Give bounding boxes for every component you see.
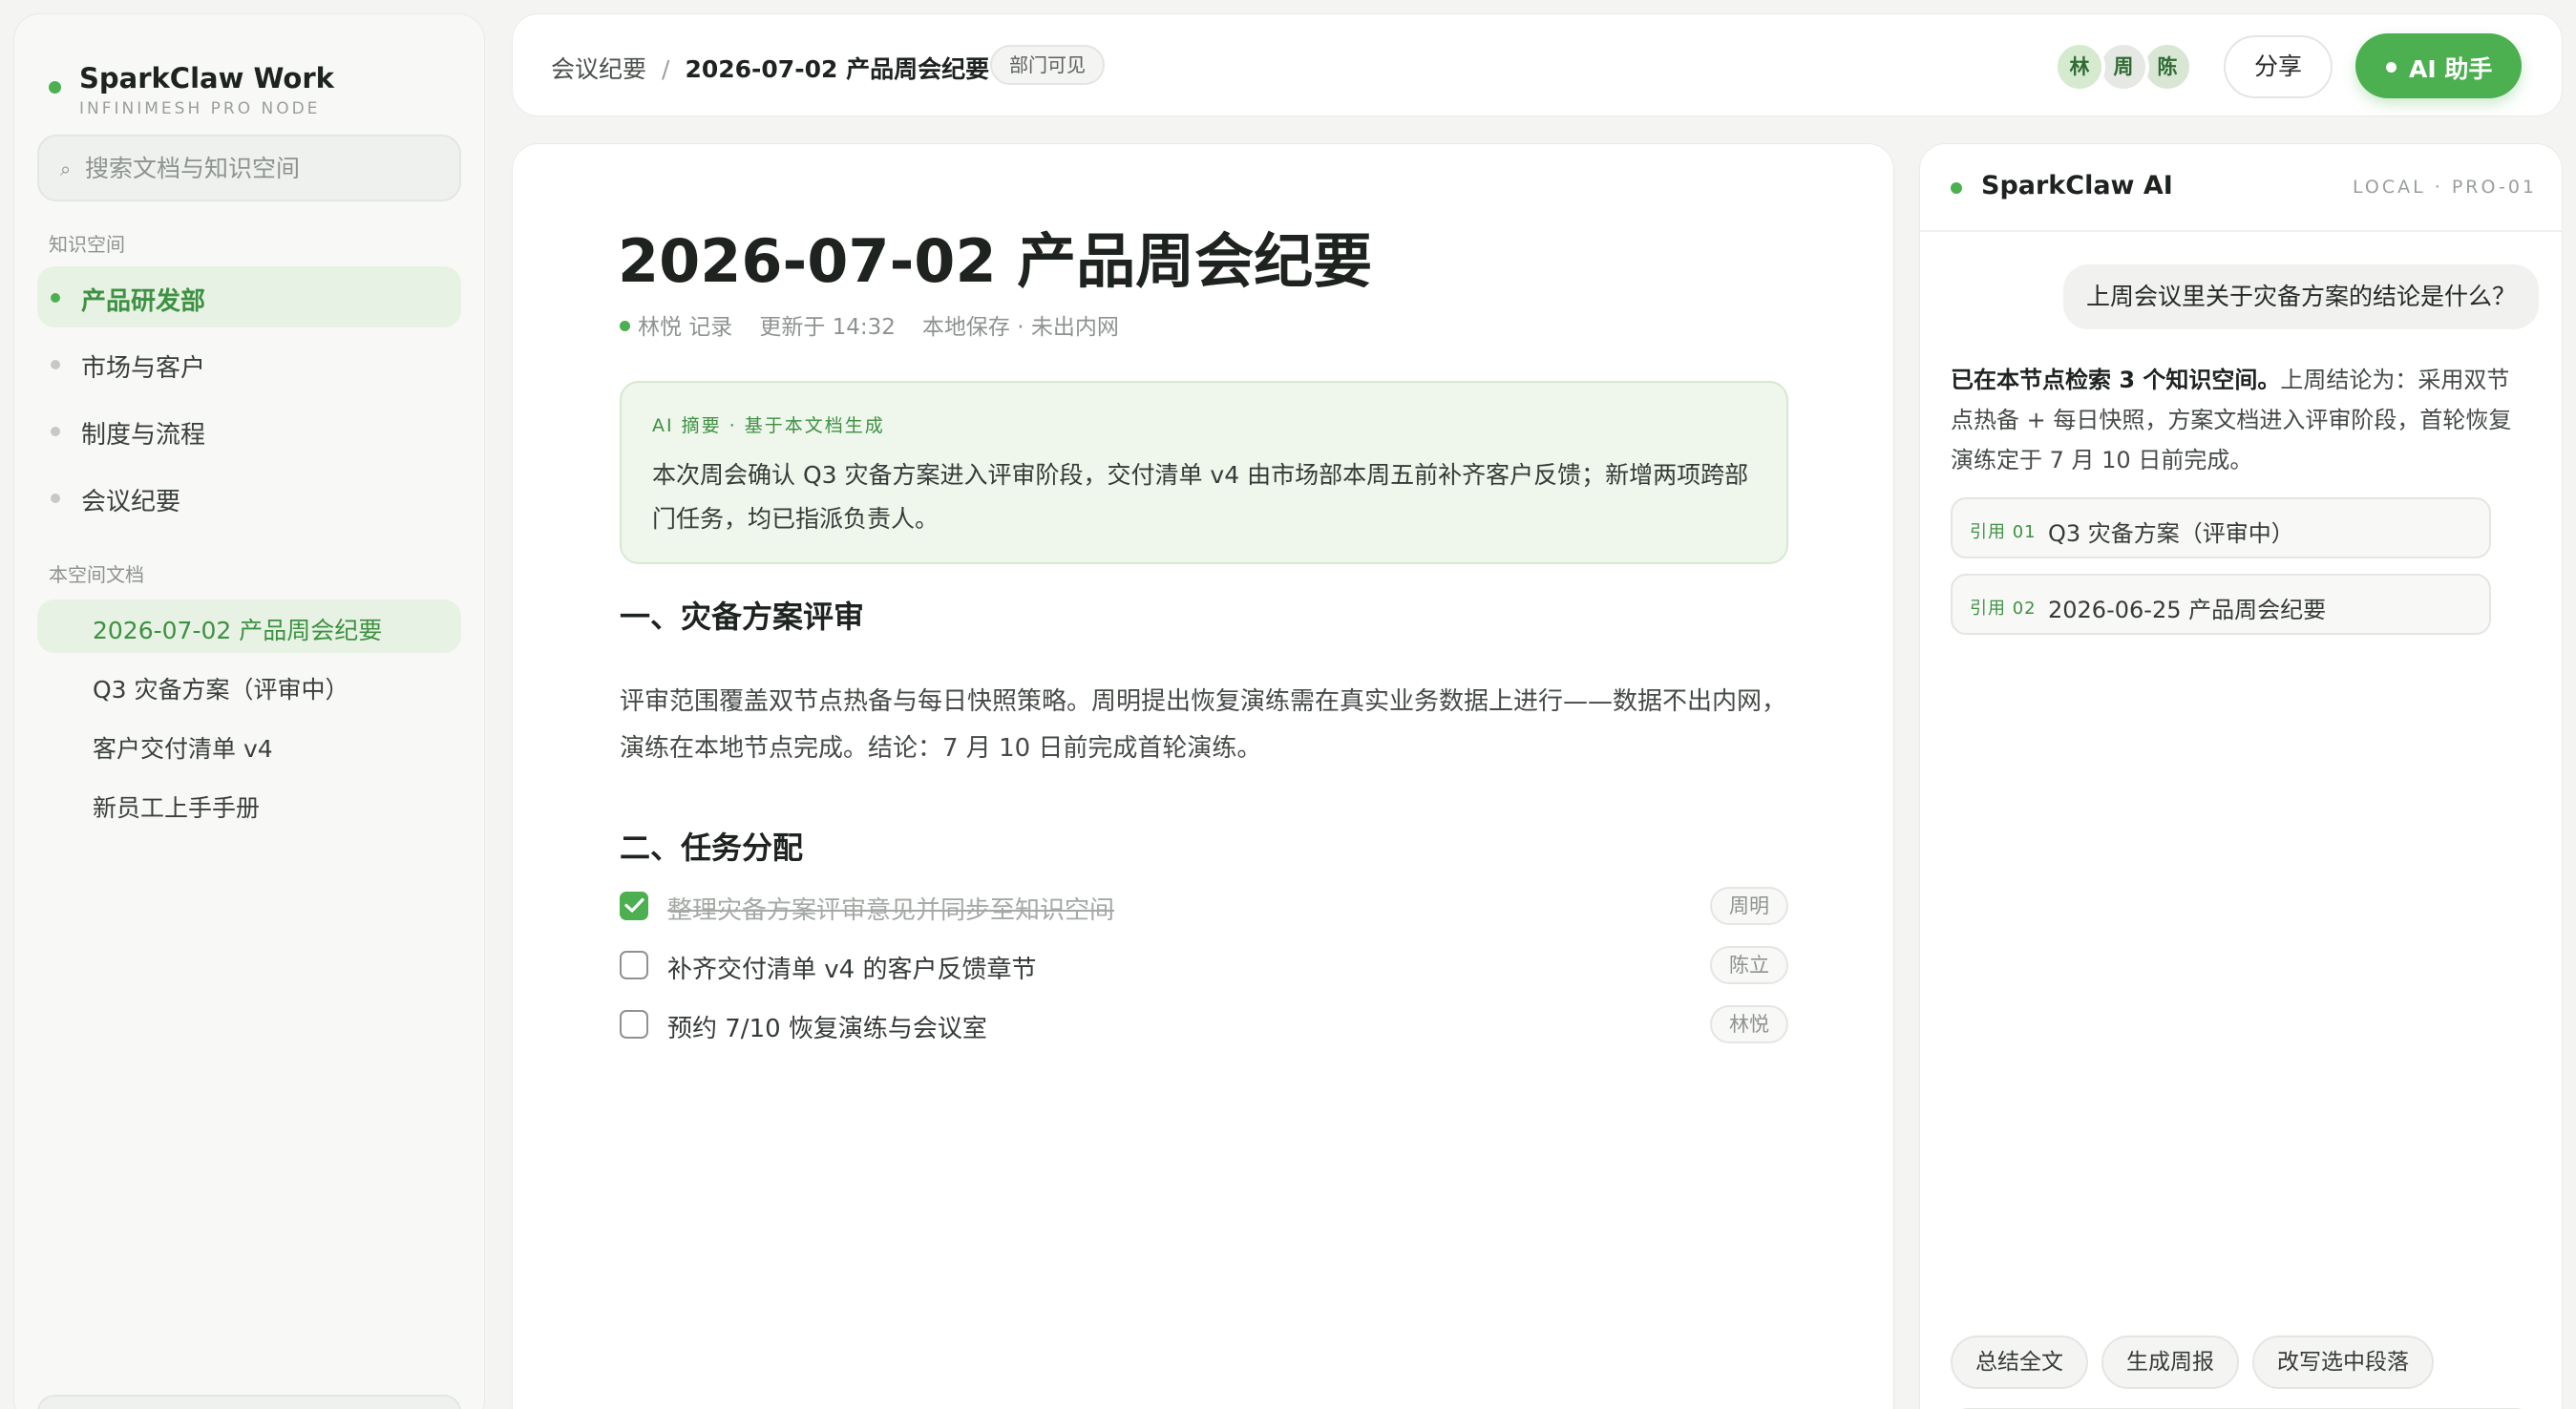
task-assignee[interactable]: 林悦 xyxy=(1710,1005,1788,1043)
doc-item-label: 新员工上手手册 xyxy=(93,794,261,822)
ai-answer: 已在本节点检索 3 个知识空间。上周结论为：采用双节点热备 + 每日快照，方案文… xyxy=(1951,360,2523,480)
avatar[interactable]: 周 xyxy=(2098,41,2149,93)
task-text[interactable]: 预约 7/10 恢复演练与会议室 xyxy=(667,1009,987,1044)
docs-section-label: 本空间文档 xyxy=(49,563,144,586)
suggestion-chip-summarize[interactable]: 总结全文 xyxy=(1951,1335,2088,1389)
section-heading[interactable]: 一、灾备方案评审 xyxy=(620,593,864,637)
visibility-badge[interactable]: 部门可见 xyxy=(990,45,1105,85)
suggestion-chip-weekly-report[interactable]: 生成周报 xyxy=(2101,1335,2239,1389)
share-button[interactable]: 分享 xyxy=(2224,35,2333,98)
citation-number: 引用 01 xyxy=(1970,522,2037,542)
avatar[interactable]: 陈 xyxy=(2142,41,2193,93)
ai-assistant-panel: SparkClaw AI LOCAL · PRO-01 上周会议里关于灾备方案的… xyxy=(1919,143,2563,1409)
task-text[interactable]: 补齐交付清单 v4 的客户反馈章节 xyxy=(667,950,1036,985)
brand-status-dot xyxy=(49,81,61,94)
sidebar-item-label: 制度与流程 xyxy=(81,421,206,450)
doc-meta: 林悦 记录 更新于 14:32 本地保存 · 未出内网 xyxy=(620,308,1119,341)
task-assignee[interactable]: 周明 xyxy=(1710,887,1788,925)
brand-subtitle: INFINIMESH PRO NODE xyxy=(79,99,321,118)
doc-item-onboarding[interactable]: 新员工上手手册 xyxy=(37,777,461,831)
nav-dot xyxy=(51,293,60,303)
doc-storage: 本地保存 · 未出内网 xyxy=(921,315,1119,340)
collaborator-avatars[interactable]: 林 周 陈 xyxy=(2054,41,2216,93)
brand-name: SparkClaw Work xyxy=(79,62,334,95)
sidebar-item-label: 市场与客户 xyxy=(81,354,206,383)
task-checkbox[interactable] xyxy=(620,892,648,920)
task-assignee[interactable]: 陈立 xyxy=(1710,946,1788,984)
document-editor: 2026-07-02 产品周会纪要 林悦 记录 更新于 14:32 本地保存 · 未… xyxy=(512,143,1894,1409)
search-box[interactable]: ⌕ xyxy=(37,135,461,201)
nav-dot xyxy=(51,494,60,503)
task-item: 补齐交付清单 v4 的客户反馈章节 陈立 xyxy=(620,942,1788,990)
ai-summary-label: AI 摘要 · 基于本文档生成 xyxy=(652,415,885,436)
ai-summary-card: AI 摘要 · 基于本文档生成 本次周会确认 Q3 灾备方案进入评审阶段，交付清… xyxy=(620,381,1788,564)
sidebar-item-product-rd[interactable]: 产品研发部 xyxy=(37,266,461,327)
doc-updated: 更新于 14:32 xyxy=(759,315,896,340)
ai-summary-text: 本次周会确认 Q3 灾备方案进入评审阶段，交付清单 v4 由市场部本周五前补齐客… xyxy=(652,461,1749,533)
sidebar-footer-card[interactable] xyxy=(37,1395,461,1409)
doc-item-delivery-list[interactable]: 客户交付清单 v4 xyxy=(37,718,461,771)
section-heading[interactable]: 二、任务分配 xyxy=(620,824,803,868)
citation-item[interactable]: 引用 01 Q3 灾备方案（评审中） xyxy=(1951,497,2491,558)
app-window: SparkClaw Work INFINIMESH PRO NODE ⌕ 知识空… xyxy=(0,0,2576,1409)
ai-node-label: LOCAL · PRO-01 xyxy=(2352,177,2537,198)
doc-item-weekly-meeting[interactable]: 2026-07-02 产品周会纪要 xyxy=(37,599,461,653)
ai-panel-title: SparkClaw AI xyxy=(1981,171,2173,200)
sidebar: SparkClaw Work INFINIMESH PRO NODE ⌕ 知识空… xyxy=(13,13,485,1409)
search-icon: ⌕ xyxy=(60,158,72,180)
page-title[interactable]: 2026-07-02 产品周会纪要 xyxy=(618,213,1372,299)
sidebar-item-market[interactable]: 市场与客户 xyxy=(37,333,461,394)
task-item: 整理灾备方案评审意见并同步至知识空间 周明 xyxy=(620,883,1788,931)
doc-item-label: 2026-07-02 产品周会纪要 xyxy=(93,617,383,644)
ai-assistant-button[interactable]: AI 助手 xyxy=(2355,33,2522,98)
sidebar-item-policy[interactable]: 制度与流程 xyxy=(37,400,461,461)
avatar[interactable]: 林 xyxy=(2054,41,2105,93)
task-text[interactable]: 整理灾备方案评审意见并同步至知识空间 xyxy=(667,891,1114,926)
doc-item-dr-plan[interactable]: Q3 灾备方案（评审中） xyxy=(37,659,461,712)
sidebar-item-label: 产品研发部 xyxy=(81,287,206,316)
sidebar-item-label: 会议纪要 xyxy=(81,488,181,516)
sidebar-item-meeting-notes[interactable]: 会议纪要 xyxy=(37,467,461,528)
task-checkbox[interactable] xyxy=(620,951,648,979)
ai-answer-lead: 已在本节点检索 3 个知识空间。 xyxy=(1951,367,2281,393)
task-checkbox[interactable] xyxy=(620,1010,648,1039)
citation-item[interactable]: 引用 02 2026-06-25 产品周会纪要 xyxy=(1951,574,2491,635)
spaces-section-label: 知识空间 xyxy=(49,233,125,256)
ai-assistant-label: AI 助手 xyxy=(2409,55,2493,83)
doc-item-label: 客户交付清单 v4 xyxy=(93,735,273,763)
breadcrumb-current: 2026-07-02 产品周会纪要 xyxy=(685,55,990,83)
ai-status-dot xyxy=(1951,182,1962,194)
user-message: 上周会议里关于灾备方案的结论是什么？ xyxy=(2062,264,2539,329)
suggestion-chip-rewrite[interactable]: 改写选中段落 xyxy=(2252,1335,2434,1389)
nav-dot xyxy=(51,360,60,369)
topbar: 会议纪要 / 2026-07-02 产品周会纪要 部门可见 林 周 陈 分享 AI … xyxy=(512,13,2563,116)
citation-title: Q3 灾备方案（评审中） xyxy=(2048,520,2294,547)
breadcrumb-separator: / xyxy=(662,55,670,83)
breadcrumb: 会议纪要 / 2026-07-02 产品周会纪要 xyxy=(551,51,989,85)
doc-item-label: Q3 灾备方案（评审中） xyxy=(93,676,349,704)
nav-dot xyxy=(51,427,60,436)
check-icon xyxy=(624,897,644,913)
doc-author: 林悦 记录 xyxy=(638,315,733,340)
task-item: 预约 7/10 恢复演练与会议室 林悦 xyxy=(620,1001,1788,1049)
ai-status-dot xyxy=(2386,62,2397,73)
search-input[interactable] xyxy=(85,144,448,192)
citation-title: 2026-06-25 产品周会纪要 xyxy=(2048,597,2327,623)
author-status-dot xyxy=(620,321,630,331)
citation-number: 引用 02 xyxy=(1970,599,2037,619)
section-paragraph[interactable]: 评审范围覆盖双节点热备与每日快照策略。周明提出恢复演练需在真实业务数据上进行——… xyxy=(620,679,1794,772)
ai-panel-header: SparkClaw AI LOCAL · PRO-01 xyxy=(1920,144,2562,232)
breadcrumb-parent[interactable]: 会议纪要 xyxy=(551,55,646,83)
